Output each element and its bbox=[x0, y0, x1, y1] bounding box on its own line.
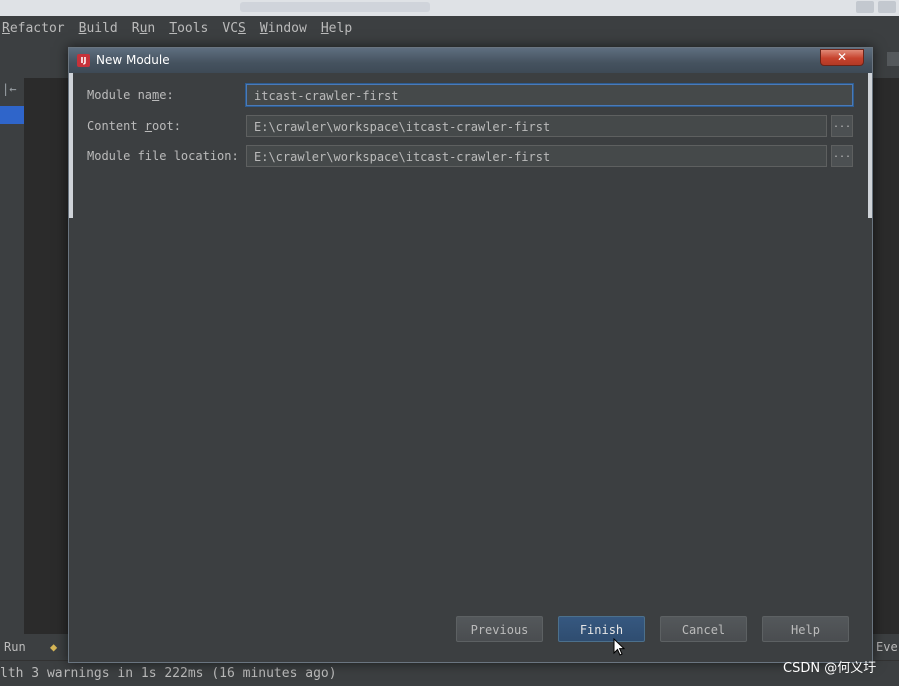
menu-vcs-mnemonic: S bbox=[238, 20, 246, 36]
menu-window[interactable]: Window bbox=[260, 21, 307, 36]
palette-icon[interactable]: ◆ bbox=[50, 640, 57, 654]
dialog-titlebar[interactable]: IJ New Module ✕ bbox=[69, 48, 872, 73]
menu-tools[interactable]: Tools bbox=[169, 21, 208, 36]
menu-window-mnemonic: W bbox=[259, 20, 268, 36]
maximize-button[interactable] bbox=[878, 1, 896, 13]
run-tool-tab[interactable]: Run bbox=[4, 640, 26, 654]
content-root-label: Content root: bbox=[87, 119, 181, 133]
module-file-location-input[interactable]: E:\crawler\workspace\itcast-crawler-firs… bbox=[246, 145, 827, 167]
menu-vcs[interactable]: VCS bbox=[222, 21, 245, 36]
menu-help[interactable]: Help bbox=[321, 21, 352, 36]
status-bar: lth 3 warnings in 1s 222ms (16 minutes a… bbox=[0, 660, 899, 686]
menu-tools-mnemonic: T bbox=[169, 20, 178, 36]
project-tool-strip: |← bbox=[0, 78, 24, 634]
main-menu-bar: Refactor Build Run Tools VCS Window Help bbox=[0, 16, 899, 40]
content-root-mnemonic: r bbox=[144, 119, 153, 133]
window-title-strip bbox=[0, 0, 899, 16]
collapse-icon[interactable]: |← bbox=[2, 82, 16, 96]
module-name-input[interactable]: itcast-crawler-first bbox=[246, 84, 853, 106]
module-name-label: Module name: bbox=[87, 88, 174, 102]
csdn-watermark: CSDN @何义圩 bbox=[783, 661, 877, 676]
help-button[interactable]: Help bbox=[762, 616, 849, 642]
finish-button[interactable]: Finish bbox=[558, 616, 645, 642]
dialog-right-edge bbox=[868, 73, 872, 218]
toolbar-button[interactable] bbox=[887, 52, 899, 66]
event-log-tab[interactable]: Eve bbox=[876, 640, 898, 654]
minimize-button[interactable] bbox=[856, 1, 874, 13]
module-file-location-label: Module file location: bbox=[87, 149, 239, 163]
menu-refactor-mnemonic: R bbox=[2, 20, 10, 36]
mouse-pointer-icon bbox=[613, 638, 626, 656]
blurred-window-title bbox=[240, 2, 430, 12]
menu-run[interactable]: Run bbox=[132, 21, 155, 36]
content-root-browse-button[interactable]: ... bbox=[831, 115, 853, 137]
module-file-location-browse-button[interactable]: ... bbox=[831, 145, 853, 167]
content-root-row: Content root: bbox=[87, 114, 181, 138]
selected-project-item[interactable] bbox=[0, 106, 24, 124]
module-file-location-row: Module file location: bbox=[87, 144, 239, 168]
status-message: lth 3 warnings in 1s 222ms (16 minutes a… bbox=[0, 666, 337, 681]
cancel-button[interactable]: Cancel bbox=[660, 616, 747, 642]
intellij-icon: IJ bbox=[77, 54, 90, 67]
module-name-mnemonic: m bbox=[152, 88, 160, 102]
menu-run-mnemonic: u bbox=[139, 20, 148, 36]
menu-build-mnemonic: B bbox=[78, 20, 87, 36]
menu-refactor[interactable]: Refactor bbox=[2, 21, 65, 36]
module-name-row: Module name: bbox=[87, 83, 174, 107]
content-root-input[interactable]: E:\crawler\workspace\itcast-crawler-firs… bbox=[246, 115, 827, 137]
close-icon[interactable]: ✕ bbox=[820, 49, 864, 66]
dialog-title: New Module bbox=[96, 53, 170, 67]
menu-help-mnemonic: H bbox=[320, 20, 329, 36]
menu-build[interactable]: Build bbox=[79, 21, 118, 36]
dialog-left-edge bbox=[69, 73, 73, 218]
previous-button[interactable]: Previous bbox=[456, 616, 543, 642]
new-module-dialog: IJ New Module ✕ Module name: itcast-craw… bbox=[68, 47, 873, 663]
